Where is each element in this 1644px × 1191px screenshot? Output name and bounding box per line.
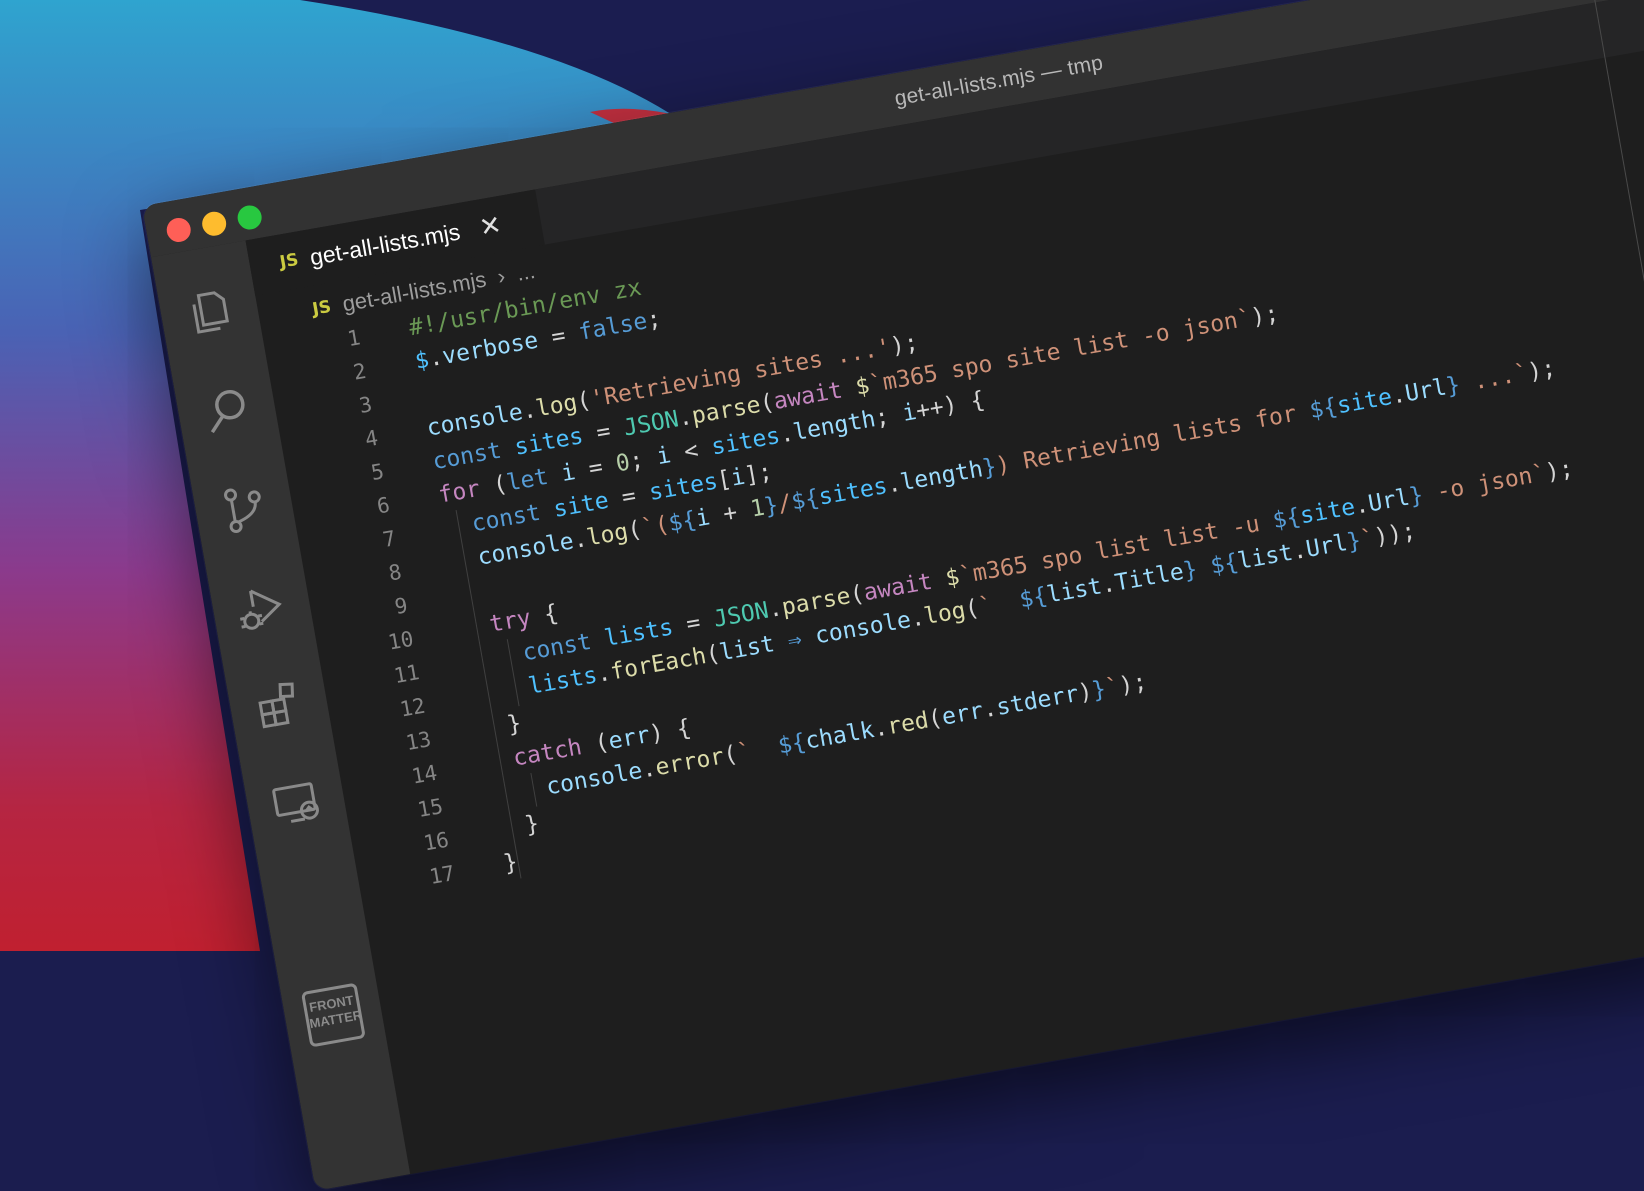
code-token: list: [1235, 539, 1295, 575]
code-token: {: [542, 600, 561, 629]
vscode-window: get-all-lists.mjs — tmp FRONT MATTER JS …: [142, 0, 1644, 1191]
code-token: red: [885, 707, 931, 741]
remote-explorer-icon[interactable]: [266, 774, 326, 834]
code-token: );: [1525, 355, 1558, 386]
window-minimize-button[interactable]: [200, 209, 229, 238]
code-token: err: [939, 697, 986, 731]
code-token: ⇒: [772, 623, 818, 657]
js-file-icon: JS: [310, 296, 333, 320]
editor-ruler: [1585, 0, 1644, 1035]
code-token: `: [735, 733, 781, 767]
code-token: site: [551, 487, 611, 523]
js-file-icon: JS: [278, 249, 301, 273]
code-token: }: [477, 710, 524, 744]
code-token: ;: [627, 444, 660, 475]
code-token: Url: [1304, 530, 1350, 563]
files-icon[interactable]: [179, 282, 239, 342]
code-token: =: [580, 415, 627, 449]
code-token: );: [1543, 455, 1576, 487]
code-token: ) {: [647, 714, 693, 748]
code-token: =: [606, 480, 652, 514]
code-token: ));: [1372, 518, 1418, 551]
code-token: =: [670, 607, 717, 641]
code-token: err: [606, 722, 652, 755]
code-token: +: [707, 497, 753, 530]
code-token: log: [533, 389, 580, 423]
code-token: <: [668, 434, 714, 468]
code-token: =: [572, 451, 619, 485]
source-control-icon[interactable]: [214, 479, 274, 539]
code-token: `: [976, 587, 1023, 621]
code-token: ${: [789, 485, 822, 516]
code-token: JSON: [621, 406, 681, 442]
code-token: );: [888, 329, 921, 360]
chevron-right-icon: ›: [495, 263, 508, 290]
tab-label: get-all-lists.mjs: [307, 217, 463, 270]
search-icon[interactable]: [197, 380, 257, 440]
code-token: =: [535, 320, 582, 354]
code-token: Url: [1366, 484, 1412, 518]
code-token: let: [504, 461, 564, 497]
code-token: site: [1334, 384, 1395, 420]
code-token: );: [1117, 668, 1149, 700]
front-matter-logo[interactable]: FRONT MATTER: [300, 982, 366, 1048]
run-debug-icon[interactable]: [231, 577, 291, 637]
extensions-icon[interactable]: [249, 676, 309, 736]
code-token: ;: [873, 401, 905, 432]
code-token: ${: [1017, 582, 1050, 614]
code-token: for: [436, 473, 496, 509]
code-token: list: [717, 631, 777, 667]
code-token: log: [584, 518, 631, 552]
code-token: `(: [639, 511, 672, 542]
code-token: ];: [742, 458, 775, 490]
code-token: ${: [776, 729, 808, 760]
code-token: }: [495, 810, 542, 844]
code-token: );: [1248, 300, 1281, 331]
breadcrumb-more[interactable]: ...: [515, 258, 538, 287]
code-token: log: [922, 597, 968, 631]
code-token: ${: [1270, 503, 1303, 535]
code-token: list: [1044, 573, 1104, 609]
code-token: JSON: [711, 597, 771, 633]
code-token: site: [1298, 494, 1358, 530]
window-maximize-button[interactable]: [235, 203, 264, 232]
code-token: ${: [1208, 549, 1241, 580]
code-token: Url: [1403, 374, 1449, 408]
window-close-button[interactable]: [164, 216, 193, 244]
close-icon[interactable]: ✕: [477, 209, 504, 242]
code-token: ;: [644, 305, 664, 334]
